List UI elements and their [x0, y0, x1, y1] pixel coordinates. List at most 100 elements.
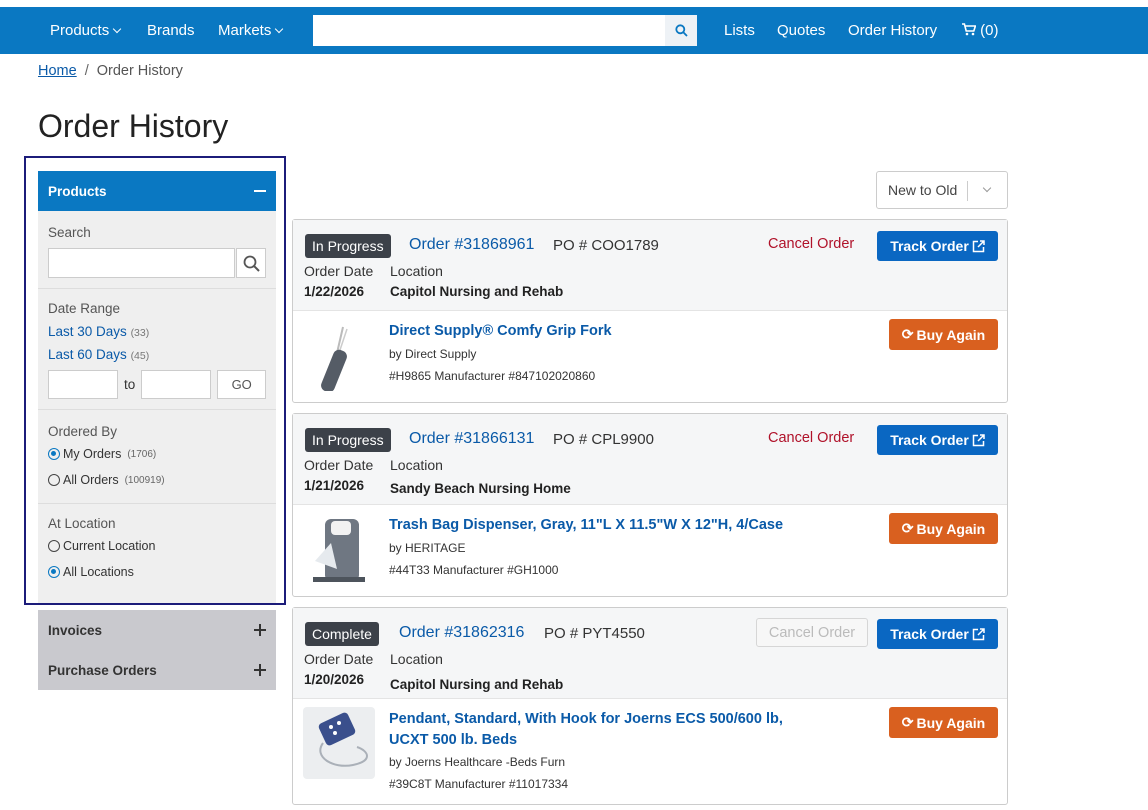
product-sku: #H9865 Manufacturer #847102020860 [389, 369, 596, 383]
po-number: PO # PYT4550 [544, 625, 645, 642]
last-30-days-link[interactable]: Last 30 Days (33) [48, 324, 266, 339]
order-card: In Progress Order #31868961 PO # COO1789… [292, 219, 1008, 403]
sort-select[interactable]: New to Old [876, 171, 1008, 209]
buy-again-label: Buy Again [916, 520, 986, 537]
product-title-link[interactable]: Trash Bag Dispenser, Gray, 11"L X 11.5"W… [389, 515, 819, 536]
track-order-label: Track Order [890, 238, 969, 254]
nav-markets[interactable]: Markets [218, 7, 284, 54]
order-item: Pendant, Standard, With Hook for Joerns … [293, 699, 1007, 805]
all-locations-radio[interactable]: All Locations [48, 565, 266, 579]
all-orders-count: (100919) [124, 474, 165, 486]
my-orders-label: My Orders [63, 447, 122, 461]
product-brand: by Direct Supply [389, 347, 477, 361]
nav-lists[interactable]: Lists [724, 7, 755, 54]
po-value: COO1789 [591, 237, 659, 254]
product-sku: #39C8T Manufacturer #11017334 [389, 777, 569, 791]
po-number: PO # COO1789 [553, 237, 659, 254]
nav-brands[interactable]: Brands [147, 7, 195, 54]
order-date-label: Order Date [304, 263, 374, 279]
breadcrumb: Home / Order History [38, 63, 183, 79]
pendant-image [318, 712, 368, 767]
search-section: Search [38, 211, 276, 289]
nav-products[interactable]: Products [50, 7, 122, 54]
nav-order-history[interactable]: Order History [848, 7, 937, 54]
buy-again-button[interactable]: ⟳ Buy Again [889, 513, 998, 544]
invoices-panel-header[interactable]: Invoices [38, 610, 276, 650]
radio-checked-icon [48, 448, 60, 460]
last-30-days-count: (33) [130, 327, 150, 339]
dispenser-image [313, 519, 365, 582]
order-date-label: Order Date [304, 457, 374, 473]
location-value: Sandy Beach Nursing Home [390, 481, 571, 496]
at-location-label: At Location [48, 516, 116, 531]
po-value: PYT4550 [582, 625, 645, 642]
breadcrumb-separator: / [84, 63, 89, 79]
plus-icon [254, 664, 266, 676]
radio-unchecked-icon [48, 540, 60, 552]
date-go-button[interactable]: GO [217, 370, 267, 399]
product-search-input[interactable] [48, 248, 236, 278]
date-from-input[interactable] [48, 370, 119, 399]
my-orders-count: (1706) [127, 448, 157, 460]
cancel-order-button[interactable]: Cancel Order [768, 430, 854, 446]
track-order-button[interactable]: Track Order [877, 425, 998, 455]
cancel-order-button-disabled: Cancel Order [756, 618, 868, 647]
fork-image [321, 326, 348, 393]
site-search-button[interactable] [665, 15, 697, 46]
track-order-label: Track Order [890, 626, 969, 642]
all-locations-label: All Locations [63, 565, 134, 579]
date-range-section: Date Range Last 30 Days (33) Last 60 Day… [38, 289, 276, 410]
page-title: Order History [38, 108, 229, 144]
breadcrumb-home[interactable]: Home [38, 63, 77, 79]
nav-markets-label: Markets [218, 22, 272, 39]
product-brand: by Joerns Healthcare -Beds Furn [389, 755, 566, 769]
track-order-label: Track Order [890, 432, 969, 448]
product-image[interactable] [303, 707, 375, 779]
order-date-label: Order Date [304, 651, 374, 667]
order-number-link[interactable]: Order #31868961 [409, 236, 534, 254]
order-date-value: 1/20/2026 [304, 672, 365, 687]
po-prefix: PO # [544, 625, 579, 642]
cancel-order-button[interactable]: Cancel Order [768, 236, 854, 252]
current-location-label: Current Location [63, 539, 156, 553]
my-orders-radio[interactable]: My Orders (1706) [48, 447, 266, 461]
track-order-button[interactable]: Track Order [877, 231, 998, 261]
last-60-days-count: (45) [130, 350, 150, 362]
product-image[interactable] [303, 513, 375, 585]
plus-icon [254, 624, 266, 636]
order-number-link[interactable]: Order #31862316 [399, 624, 524, 642]
last-60-days-link[interactable]: Last 60 Days (45) [48, 347, 266, 362]
chevron-down-icon [982, 183, 992, 193]
track-order-button[interactable]: Track Order [877, 619, 998, 649]
product-search-button[interactable] [236, 248, 266, 278]
product-sku: #44T33 Manufacturer #GH1000 [389, 563, 559, 577]
status-badge: In Progress [305, 234, 391, 258]
chevron-down-icon [275, 24, 284, 34]
order-date-value: 1/21/2026 [304, 478, 365, 493]
nav-cart[interactable]: (0) [962, 7, 999, 54]
location-label: Location [390, 457, 443, 473]
nav-quotes[interactable]: Quotes [777, 7, 825, 54]
order-number-link[interactable]: Order #31866131 [409, 430, 534, 448]
order-item: Trash Bag Dispenser, Gray, 11"L X 11.5"W… [293, 505, 1007, 595]
purchase-orders-panel-header[interactable]: Purchase Orders [38, 650, 276, 690]
site-search [313, 15, 697, 46]
po-prefix: PO # [553, 431, 588, 448]
filter-sidebar: Products Search Date Range Last 30 Days … [38, 171, 276, 603]
refresh-icon: ⟳ [901, 714, 914, 730]
refresh-icon: ⟳ [901, 326, 914, 342]
current-location-radio[interactable]: Current Location [48, 539, 266, 553]
all-orders-radio[interactable]: All Orders (100919) [48, 473, 266, 487]
buy-again-button[interactable]: ⟳ Buy Again [889, 319, 998, 350]
product-title-link[interactable]: Pendant, Standard, With Hook for Joerns … [389, 709, 819, 751]
location-value: Capitol Nursing and Rehab [390, 284, 564, 299]
date-to-input[interactable] [141, 370, 212, 399]
nav-products-label: Products [50, 22, 110, 39]
product-title-link[interactable]: Direct Supply® Comfy Grip Fork [389, 321, 819, 342]
buy-again-button[interactable]: ⟳ Buy Again [889, 707, 998, 738]
refresh-icon: ⟳ [901, 520, 914, 536]
site-search-input[interactable] [313, 15, 665, 46]
product-image[interactable] [303, 319, 375, 393]
external-link-icon [972, 239, 985, 252]
products-panel-header[interactable]: Products [38, 171, 276, 211]
